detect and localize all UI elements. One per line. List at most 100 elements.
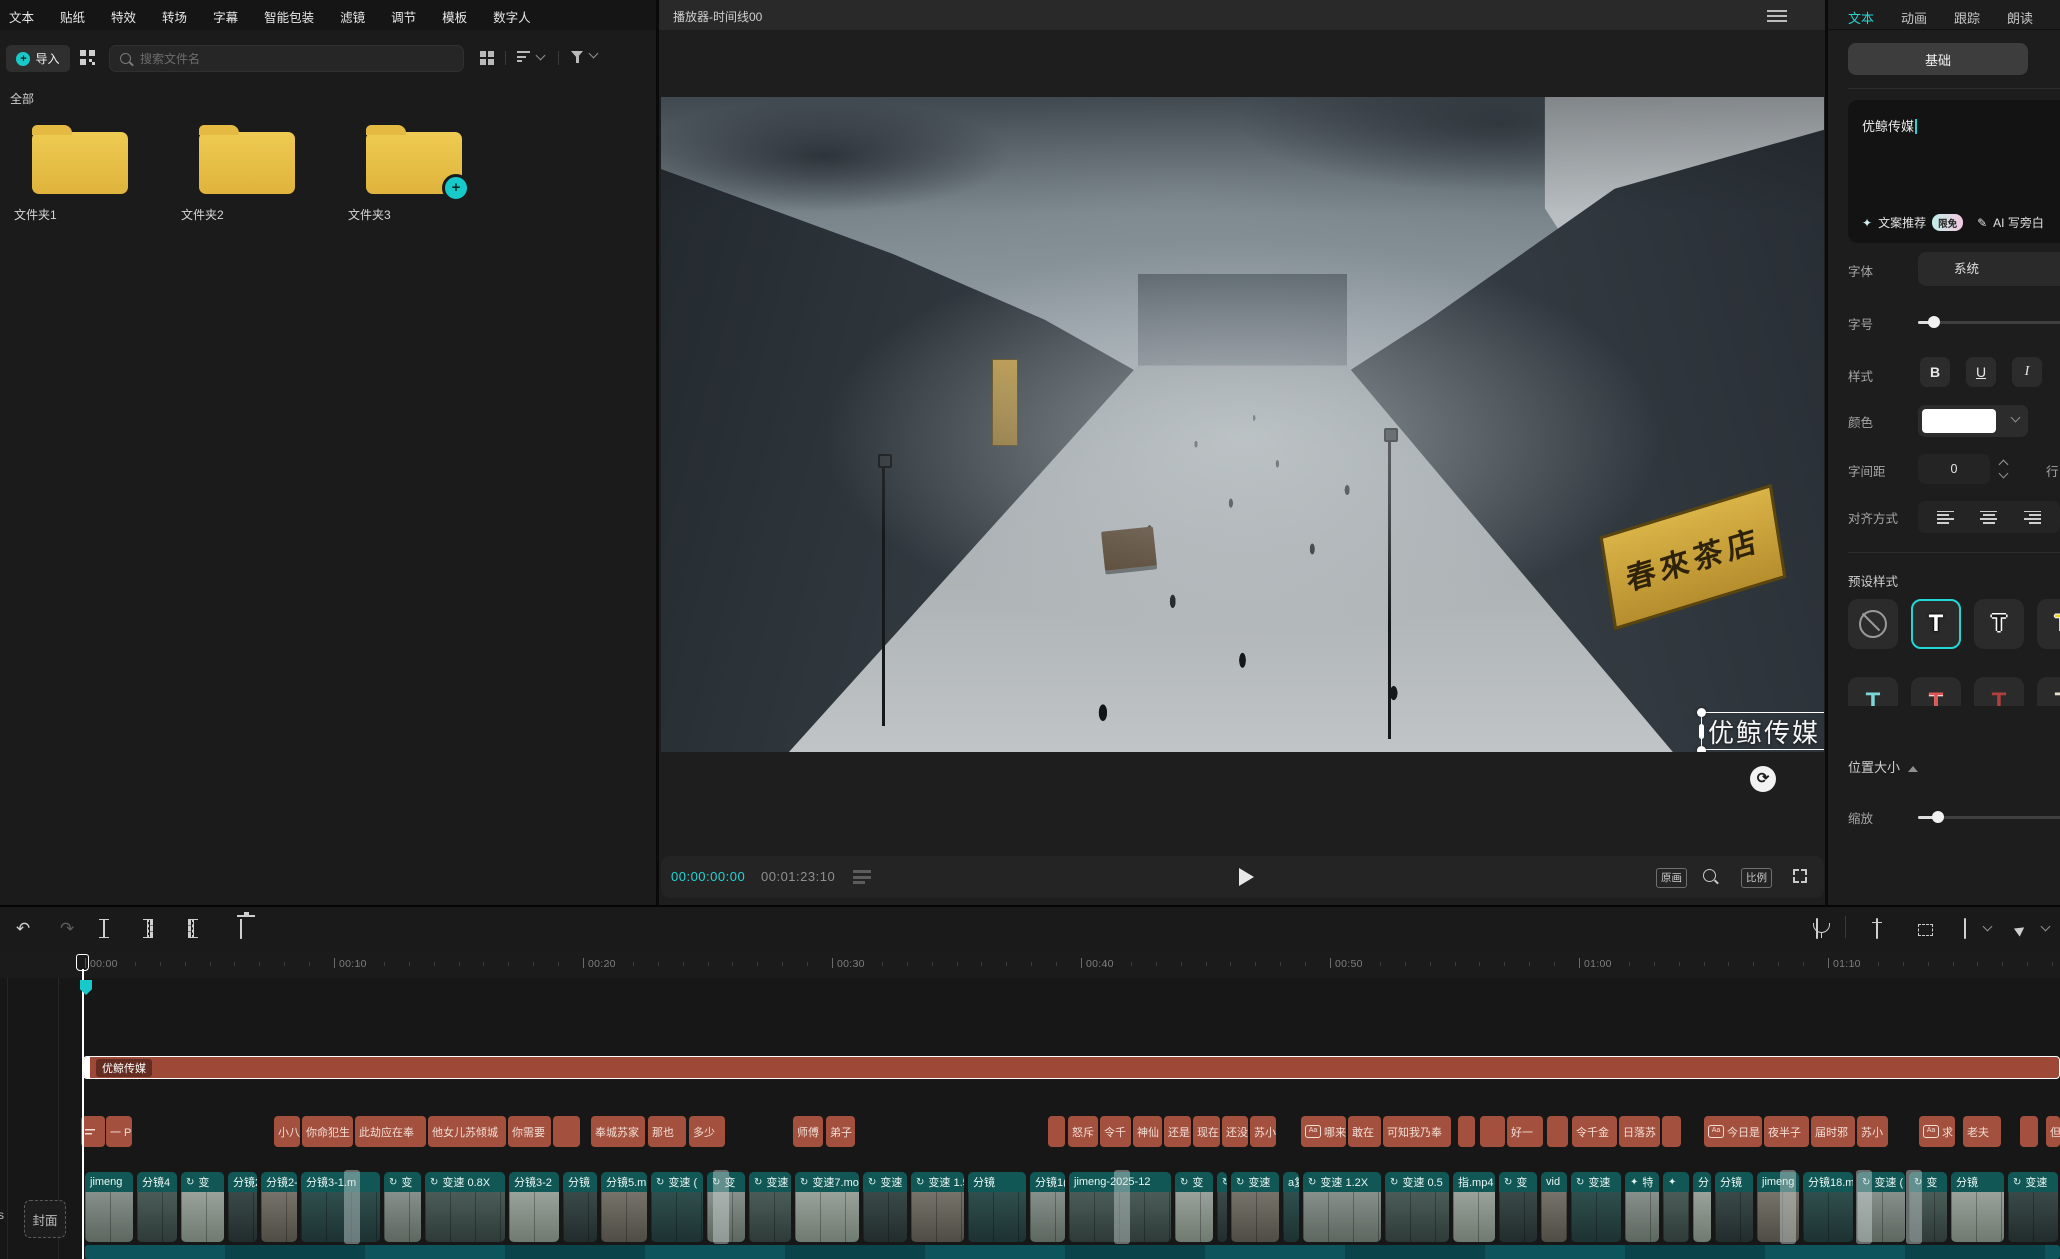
subtitle-clip[interactable]: 现在	[1193, 1116, 1220, 1147]
subtitle-clip[interactable]: 令千	[1100, 1116, 1131, 1147]
stepper-down-icon[interactable]	[1998, 469, 2008, 479]
folder-item[interactable]: 文件夹2	[177, 118, 317, 223]
subtitle-clip[interactable]: 你命犯生	[302, 1116, 353, 1147]
ratio-button[interactable]: 比例	[1741, 868, 1772, 888]
selection-handle[interactable]	[1699, 724, 1704, 739]
subtitle-clip[interactable]: 好一	[1507, 1116, 1543, 1147]
subtitle-clip[interactable]: 苏小	[1857, 1116, 1888, 1147]
timeline-ruler[interactable]: 00:0000:1000:2000:3000:4000:5001:0001:10	[0, 952, 2060, 978]
record-mic-icon[interactable]	[1816, 918, 1818, 939]
rotate-handle-icon[interactable]: ⟳	[1750, 766, 1776, 792]
select-cursor-icon[interactable]	[2014, 923, 2027, 936]
ripple-edit-icon[interactable]	[1876, 918, 1878, 939]
subtitle-clip[interactable]	[1458, 1116, 1475, 1147]
delete-icon[interactable]	[240, 919, 242, 939]
font-size-slider[interactable]	[1918, 321, 2060, 324]
video-clip[interactable]: ↻变速 0.5	[1385, 1172, 1449, 1242]
menu-tab[interactable]: 文本	[9, 7, 34, 26]
subtitle-clip[interactable]: 此劫应在奉	[355, 1116, 426, 1147]
video-clip[interactable]: 分镜	[1715, 1172, 1753, 1242]
video-clip[interactable]: vid	[1541, 1172, 1567, 1242]
video-clip[interactable]: 分	[1693, 1172, 1711, 1242]
video-clip[interactable]: ✦特	[1625, 1172, 1659, 1242]
bold-button[interactable]: B	[1920, 357, 1950, 387]
cover-button[interactable]: 封面	[24, 1200, 66, 1238]
subtitle-clip[interactable]	[1480, 1116, 1505, 1147]
subtitle-clip[interactable]	[1547, 1116, 1568, 1147]
video-clip[interactable]: 分镜4	[137, 1172, 177, 1242]
menu-tab[interactable]: 特效	[111, 7, 136, 26]
subtitle-clip[interactable]: 神仙	[1133, 1116, 1162, 1147]
scale-slider[interactable]	[1918, 816, 2060, 819]
preset-style-tile[interactable]: T	[1974, 677, 2024, 706]
menu-tab[interactable]: 滤镜	[340, 7, 365, 26]
italic-button[interactable]: I	[2012, 357, 2042, 387]
folder-item[interactable]: +文件夹3	[344, 118, 484, 223]
transition-marker[interactable]	[1780, 1170, 1796, 1244]
slider-handle[interactable]	[1932, 811, 1944, 823]
subtitle-clip[interactable]	[1662, 1116, 1681, 1147]
preset-style-tile[interactable]: T	[1974, 599, 2024, 649]
subtitle-clip[interactable]: 届时邪	[1811, 1116, 1855, 1147]
video-clip[interactable]: 分镜	[968, 1172, 1026, 1242]
position-size-section[interactable]: 位置大小	[1848, 757, 1918, 776]
video-clip[interactable]: 分镜3-2	[509, 1172, 559, 1242]
ai-write-button[interactable]: AI 写旁白	[1993, 214, 2044, 231]
subtitle-clip[interactable]: 夜半子	[1764, 1116, 1809, 1147]
search-box[interactable]	[109, 45, 464, 72]
video-preview[interactable]: 春來茶店 优鲸传媒	[661, 97, 1824, 752]
menu-tab[interactable]: 模板	[442, 7, 467, 26]
video-clip[interactable]: ↻变	[384, 1172, 421, 1242]
snap-icon[interactable]	[1918, 924, 1933, 936]
video-clip[interactable]: ↻变速	[1231, 1172, 1279, 1242]
subtitle-clip[interactable]: 令千金	[1572, 1116, 1617, 1147]
subtitle-clip[interactable]	[1048, 1116, 1065, 1147]
subtitle-clip[interactable]: 一 P	[106, 1116, 132, 1147]
video-clip[interactable]: 分镜3-1.m	[301, 1172, 380, 1242]
video-clip[interactable]: ↻变速 1.5	[911, 1172, 964, 1242]
player-menu-icon[interactable]	[1767, 10, 1787, 22]
preset-style-tile[interactable]: T	[1848, 677, 1898, 706]
video-clip[interactable]: ↻变速7.mo4	[795, 1172, 859, 1242]
spacing-stepper[interactable]	[1994, 454, 2012, 484]
transition-marker[interactable]	[713, 1170, 729, 1244]
frame-list-icon[interactable]	[853, 870, 871, 884]
play-button[interactable]	[1239, 868, 1254, 886]
inspector-tab[interactable]: 朗读	[2007, 8, 2033, 29]
video-clip[interactable]: jimeng	[85, 1172, 133, 1242]
subtitle-clip[interactable]: 老夫	[1963, 1116, 2001, 1147]
import-button[interactable]: + 导入	[6, 45, 70, 72]
subtitle-clip[interactable]: 苏小	[1250, 1116, 1276, 1147]
subtitle-clip[interactable]: Aa今日是	[1704, 1116, 1762, 1147]
subtitle-clip[interactable]: 怒斥	[1068, 1116, 1098, 1147]
preset-style-tile[interactable]: T	[2037, 677, 2060, 706]
subtitle-clip[interactable]: 那也	[648, 1116, 686, 1147]
video-clip[interactable]: ↻变	[181, 1172, 224, 1242]
video-clip[interactable]: a复	[1283, 1172, 1299, 1242]
video-clip[interactable]: 分镜5.m	[601, 1172, 647, 1242]
quality-button[interactable]: 原画	[1656, 868, 1687, 888]
subtitle-clip[interactable]: 你需要	[508, 1116, 551, 1147]
text-track-clip[interactable]: 优鲸传媒	[83, 1056, 2060, 1079]
selection-handle[interactable]	[1697, 746, 1706, 752]
preset-style-tile[interactable]: T	[2037, 599, 2060, 649]
chevron-down-icon[interactable]	[2041, 922, 2051, 932]
transition-marker[interactable]	[1906, 1170, 1922, 1244]
qr-import-icon[interactable]	[80, 50, 95, 65]
menu-tab[interactable]: 贴纸	[60, 7, 85, 26]
menu-tab[interactable]: 智能包装	[264, 7, 314, 26]
video-clip[interactable]: ↻变	[1499, 1172, 1537, 1242]
video-clip[interactable]: 分镜1(	[1030, 1172, 1065, 1242]
subtitle-clip[interactable]: 弟子	[826, 1116, 855, 1147]
overlay-text[interactable]: 优鲸传媒	[1708, 713, 1820, 750]
grid-view-button[interactable]	[480, 51, 494, 65]
subtitle-clip[interactable]: 还是	[1164, 1116, 1191, 1147]
subtitle-clip[interactable]: 师傅	[793, 1116, 823, 1147]
video-clip[interactable]: ↻变速	[1571, 1172, 1621, 1242]
video-clip[interactable]: ↻	[1217, 1172, 1227, 1242]
link-icon[interactable]	[1964, 918, 1966, 939]
color-picker[interactable]	[1918, 405, 2028, 437]
redo-icon[interactable]: ↷	[60, 919, 74, 939]
subtitle-clip[interactable]	[2020, 1116, 2038, 1147]
video-clip[interactable]: 分镜18.m	[1803, 1172, 1853, 1242]
